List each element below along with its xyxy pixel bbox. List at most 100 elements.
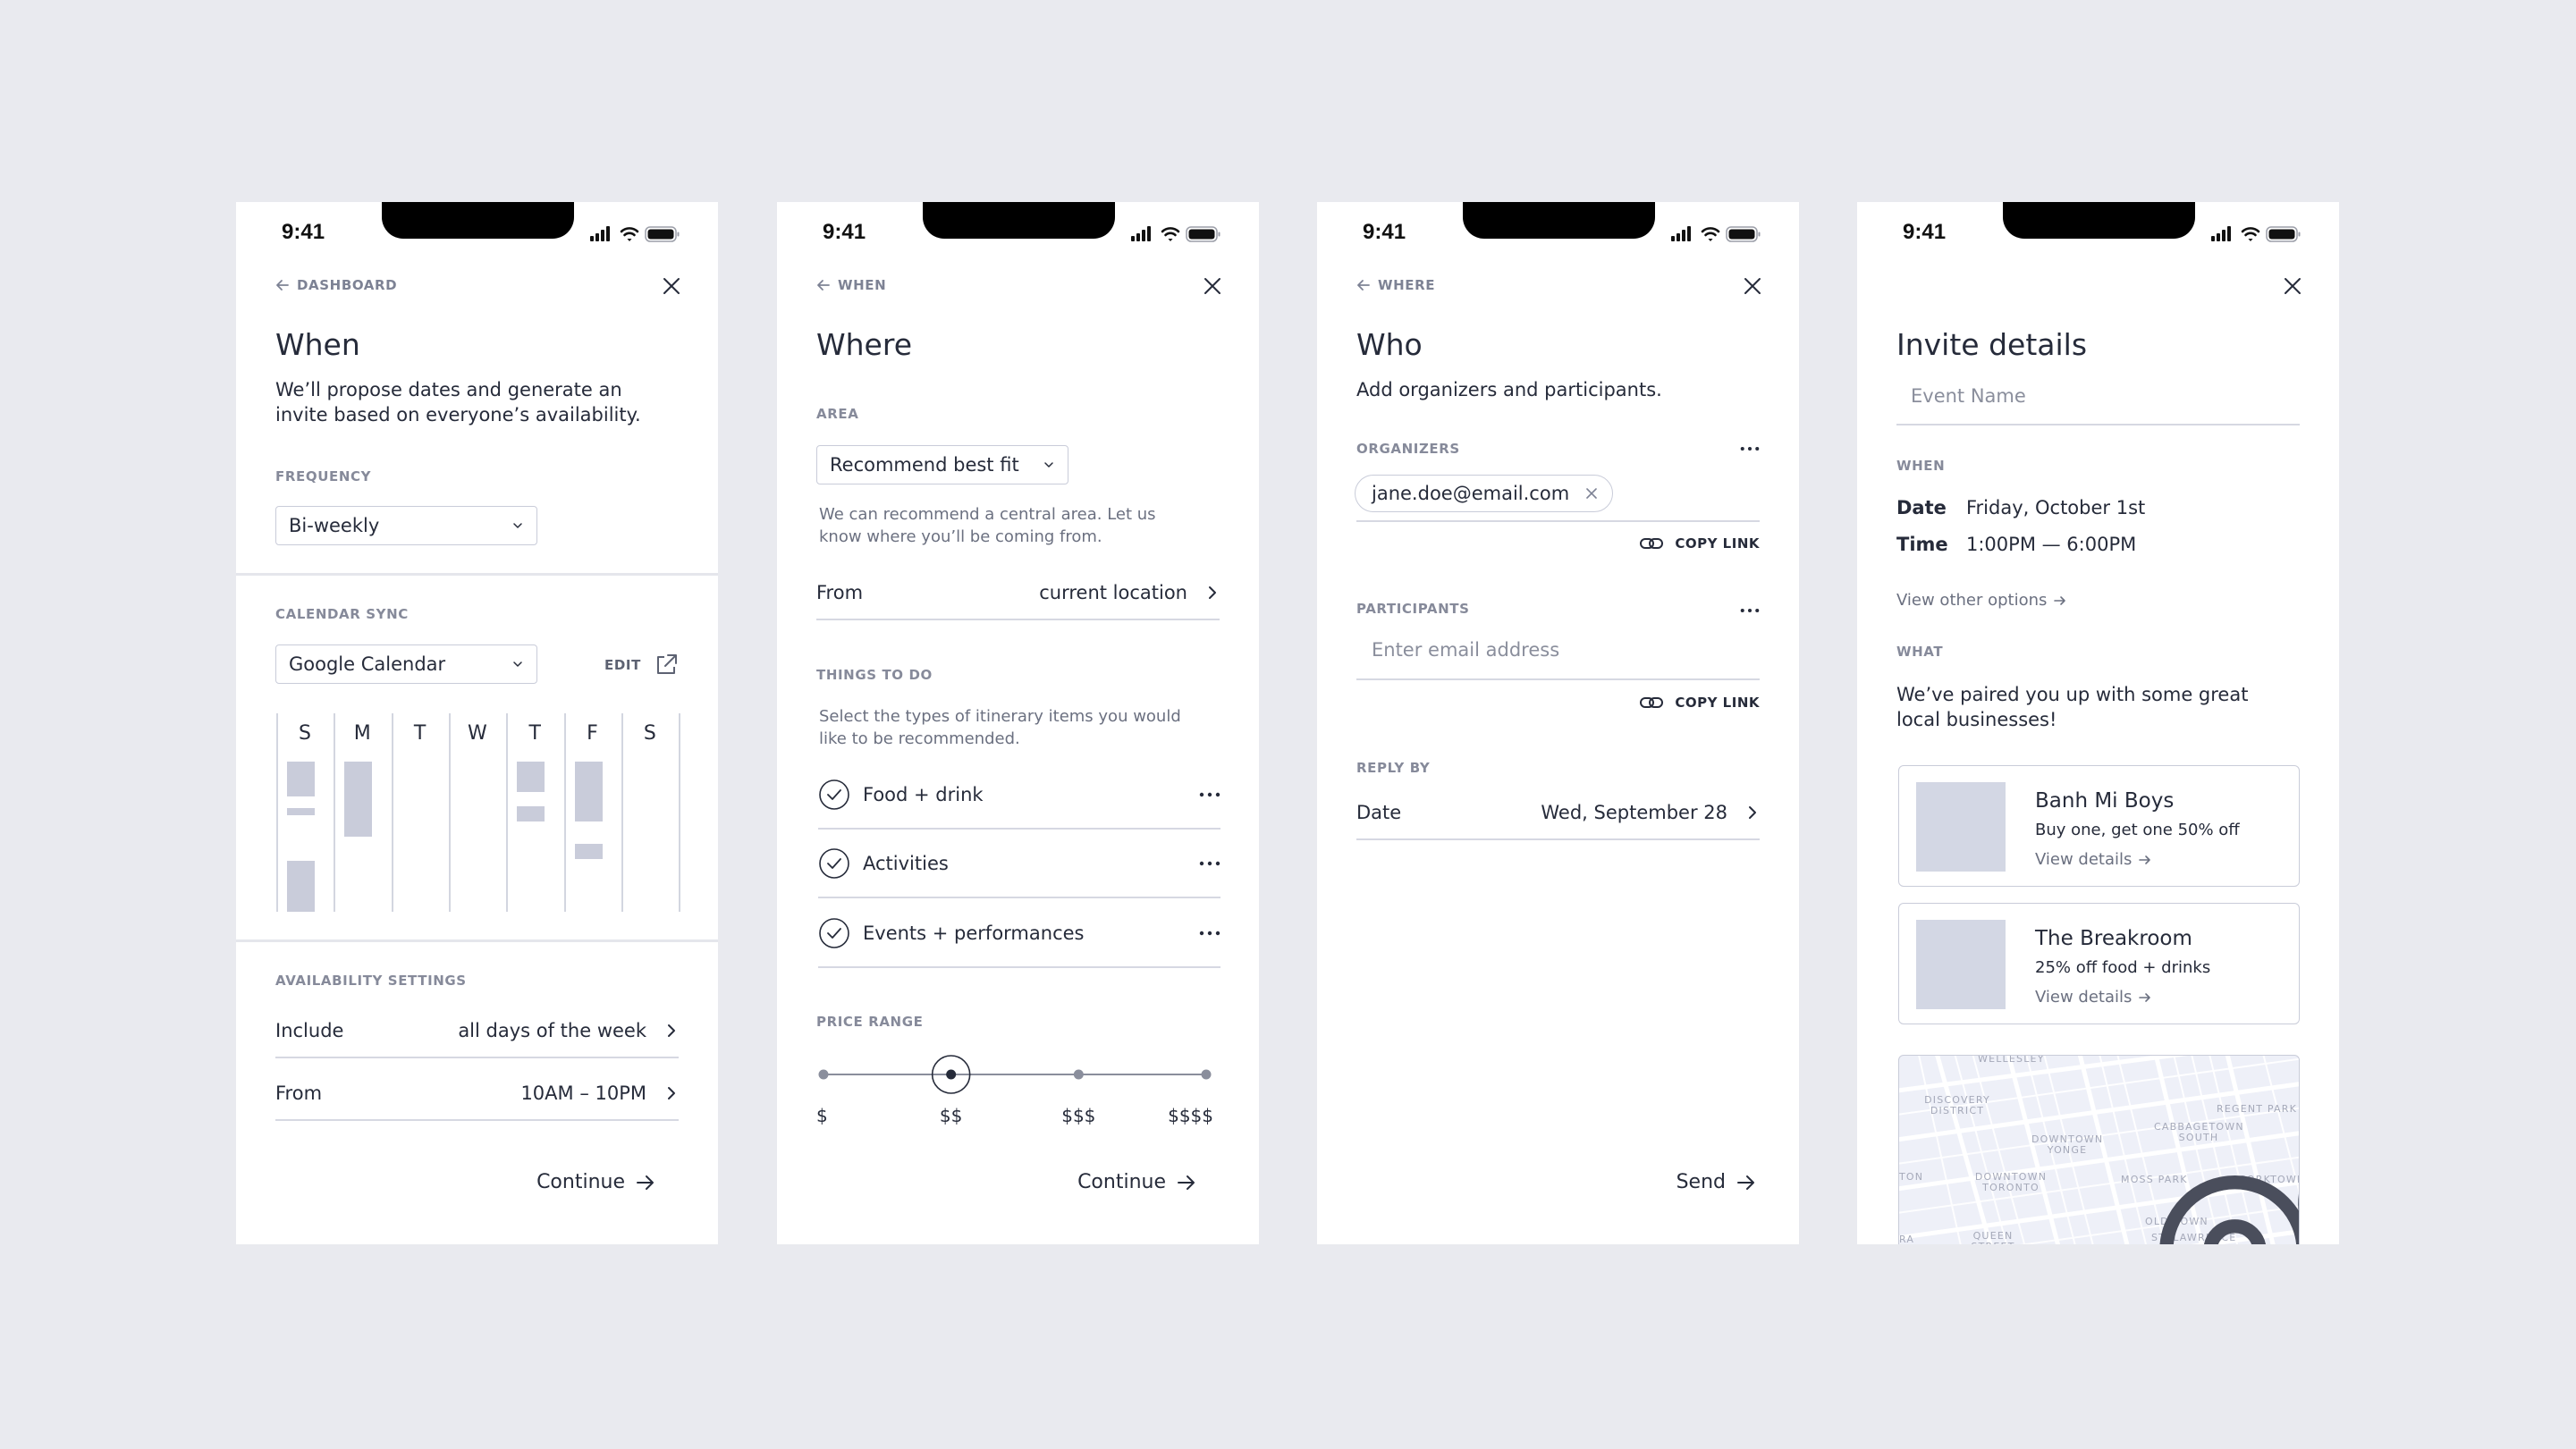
date-value: Friday, October 1st — [1966, 497, 2146, 518]
check-circle-icon[interactable] — [818, 847, 850, 880]
device-notch — [923, 202, 1115, 239]
chevron-right-icon — [1745, 805, 1760, 821]
continue-button[interactable]: Continue — [1077, 1171, 1196, 1193]
chip-email: jane.doe@email.com — [1372, 483, 1570, 504]
area-label: AREA — [816, 406, 859, 422]
slider-track[interactable] — [816, 1051, 1228, 1096]
close-icon[interactable] — [1202, 275, 1223, 297]
back-link-dashboard[interactable]: DASHBOARD — [275, 277, 397, 293]
organizer-chip: jane.doe@email.com — [1355, 475, 1614, 512]
frequency-select[interactable]: Bi-weekly — [275, 506, 537, 545]
continue-button[interactable]: Continue — [536, 1171, 655, 1193]
todo-item-food-drink[interactable]: Food + drink — [818, 761, 1220, 830]
availability-from-row[interactable]: From 10AM – 10PM — [275, 1067, 679, 1121]
price-option-label[interactable]: $ — [816, 1105, 870, 1126]
send-button[interactable]: Send — [1677, 1171, 1756, 1193]
from-location-row[interactable]: From current location — [816, 567, 1220, 620]
arrow-right-icon — [2139, 854, 2151, 866]
organizers-copy-link-button[interactable]: COPY LINK — [1639, 535, 1760, 552]
page-title: Who — [1356, 327, 1423, 362]
back-label: WHERE — [1378, 277, 1436, 293]
close-icon[interactable] — [661, 275, 682, 297]
calendar-day-label: M — [353, 722, 371, 745]
arrow-left-icon — [816, 278, 831, 292]
map-label: DOWNTOWN YONGE — [2031, 1133, 2104, 1156]
event-name-input[interactable]: Event Name — [1911, 385, 2026, 407]
reply-by-date-row[interactable]: Date Wed, September 28 — [1356, 787, 1760, 840]
arrow-left-icon — [275, 278, 290, 292]
date-key: Date — [1896, 497, 1947, 518]
back-label: DASHBOARD — [297, 277, 398, 293]
close-icon[interactable] — [2282, 275, 2303, 297]
todo-label: Activities — [863, 852, 949, 874]
calendar-day-label: S — [299, 722, 311, 745]
back-link-when[interactable]: WHEN — [816, 277, 886, 293]
business-card[interactable]: Banh Mi Boys Buy one, get one 50% off Vi… — [1898, 765, 2300, 887]
event-name-underline — [1896, 424, 2300, 425]
arrow-right-icon — [636, 1173, 655, 1192]
calendar-day-label: F — [587, 722, 598, 745]
todo-label: Food + drink — [863, 783, 984, 805]
link-icon — [1639, 536, 1664, 551]
screen-when: 9:41 DASHBOARD When We’ll propose dates … — [236, 202, 718, 1244]
price-option-label[interactable]: $$$$ — [1160, 1105, 1213, 1126]
link-label: View other options — [1896, 591, 2048, 610]
chevron-right-icon — [664, 1085, 679, 1101]
calendar-busy-block — [344, 762, 373, 837]
link-label: View details — [2035, 988, 2133, 1007]
check-circle-icon[interactable] — [818, 779, 850, 811]
business-card[interactable]: The Breakroom 25% off food + drinks View… — [1898, 903, 2300, 1024]
view-other-options-link[interactable]: View other options — [1896, 591, 2066, 610]
page-title: Invite details — [1896, 327, 2088, 362]
device-notch — [382, 202, 574, 239]
map-label: DISCOVERY DISTRICT — [1924, 1094, 1990, 1116]
arrow-right-icon — [2054, 594, 2066, 607]
todo-item-activities[interactable]: Activities — [818, 830, 1220, 898]
screen-who: 9:41 WHERE Who Add organizers and partic… — [1317, 202, 1799, 1244]
organizers-more-icon[interactable] — [1740, 446, 1760, 451]
todo-item-events[interactable]: Events + performances — [818, 899, 1220, 968]
row-label: Include — [275, 1020, 344, 1041]
time-key: Time — [1896, 534, 1948, 555]
availability-include-row[interactable]: Include all days of the week — [275, 1005, 679, 1058]
status-icons — [590, 225, 697, 243]
chevron-right-icon — [664, 1023, 679, 1039]
more-options-icon[interactable] — [1199, 860, 1220, 867]
copy-link-label: COPY LINK — [1675, 535, 1760, 552]
participants-label: PARTICIPANTS — [1356, 601, 1470, 617]
more-options-icon[interactable] — [1199, 791, 1220, 798]
calendar-busy-block — [287, 762, 315, 796]
chevron-down-icon — [511, 658, 524, 670]
area-select[interactable]: Recommend best fit — [816, 445, 1068, 484]
slider-stop[interactable] — [818, 1069, 829, 1080]
close-icon[interactable] — [1742, 275, 1763, 297]
check-circle-icon[interactable] — [818, 917, 850, 949]
price-option-label[interactable]: $$$ — [1052, 1105, 1105, 1126]
price-range-slider[interactable]: $ $$ $$$ $$$$ — [816, 1051, 1228, 1132]
status-icons — [1671, 225, 1778, 243]
participants-copy-link-button[interactable]: COPY LINK — [1639, 695, 1760, 711]
slider-stop[interactable] — [1201, 1069, 1212, 1080]
edit-calendar-button[interactable]: EDIT — [604, 653, 679, 678]
price-option-label[interactable]: $$ — [925, 1105, 978, 1126]
organizers-label: ORGANIZERS — [1356, 441, 1460, 457]
view-details-link[interactable]: View details — [2035, 988, 2151, 1007]
calendar-busy-block — [287, 860, 315, 912]
business-name: The Breakroom — [2035, 927, 2192, 950]
participants-email-input[interactable]: Enter email address — [1372, 639, 1559, 661]
map-pin-icon[interactable] — [2173, 1129, 2300, 1244]
calendar-sync-label: CALENDAR SYNC — [275, 606, 409, 622]
link-icon — [1639, 695, 1664, 710]
back-link-where[interactable]: WHERE — [1356, 277, 1435, 293]
slider-stop[interactable] — [1073, 1069, 1084, 1080]
section-divider — [236, 573, 718, 576]
participants-more-icon[interactable] — [1740, 608, 1760, 613]
calendar-select[interactable]: Google Calendar — [275, 644, 537, 684]
remove-chip-icon[interactable] — [1585, 487, 1598, 500]
slider-stop[interactable] — [946, 1069, 957, 1080]
view-details-link[interactable]: View details — [2035, 850, 2151, 869]
more-options-icon[interactable] — [1199, 930, 1220, 937]
edit-label: EDIT — [604, 657, 641, 673]
location-map[interactable]: WELLESLEY DISCOVERY DISTRICT DOWNTOWN YO… — [1898, 1055, 2300, 1244]
copy-link-label: COPY LINK — [1675, 695, 1760, 711]
